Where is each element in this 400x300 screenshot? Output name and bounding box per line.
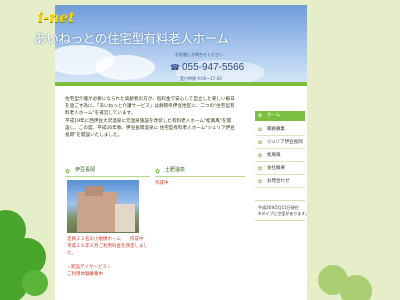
nav-item-matsukaze[interactable]: ✿ 松風風 — [255, 150, 305, 162]
facility-photo[interactable] — [67, 180, 139, 233]
nav-item-recruit[interactable]: ✿ 職員募集 — [255, 124, 305, 136]
facility-note-price: 平成２６年６月ご利用料金を改定しました。 — [67, 244, 148, 256]
nav-item-company[interactable]: ✿ 会社概要 — [255, 163, 305, 175]
intro-text: 住宅型介護が必要になられた高齢者の方が、低料金で安心して自立した楽しい毎日を過ご… — [65, 96, 235, 139]
section-title: 伊豆長岡 — [75, 167, 96, 173]
phone-number: 055-947-5566 — [181, 62, 245, 73]
update-vacancy: ※タイプに空室があります。 — [258, 211, 309, 216]
phone-icon: ☎ — [170, 63, 180, 72]
header-tagline: お気軽にお問合せください — [175, 52, 223, 57]
nav-label: お問合わせ — [267, 179, 290, 184]
toi-status: 作成中 — [155, 181, 169, 186]
section-divider — [65, 176, 150, 177]
section-header-toi-onsen[interactable]: ✿ 土肥温泉 — [155, 165, 185, 175]
facility-note-capacity: 定員２２名の小規模ホーム 作成中 — [67, 237, 144, 242]
clover-icon: ✿ — [258, 140, 263, 146]
clover-icon: ✿ — [258, 127, 263, 133]
nav-item-contact[interactable]: ✿ お問合わせ — [255, 176, 305, 188]
clover-icon: ✿ — [258, 113, 263, 119]
intro-paragraph-1: 住宅型介護が必要になられた高齢者の方が、低料金で安心して自立した楽しい毎日を過ご… — [65, 97, 235, 117]
section-title: 土肥温泉 — [165, 167, 186, 173]
clover-icon: ✿ — [258, 179, 263, 185]
nav-label: 職員募集 — [267, 127, 285, 132]
nav-label: 会社概要 — [267, 166, 285, 171]
sidebar-divider — [255, 220, 305, 221]
nav-item-home[interactable]: ✿ ホーム — [255, 111, 305, 121]
brand-logo[interactable]: i-net — [38, 10, 75, 26]
nav-label: 松風風 — [267, 153, 281, 158]
nav-item-julia[interactable]: ✿ ジュリア伊豆長岡 — [255, 137, 305, 149]
clover-icon: ✿ — [258, 166, 263, 172]
header-divider — [55, 82, 307, 86]
sidebar-divider — [255, 200, 305, 201]
clover-icon: ✿ — [258, 153, 263, 159]
section-divider — [155, 176, 245, 177]
vacancy-update: 平成26年5月11日現在 ※タイプに空室があります。 — [258, 205, 309, 217]
nav-label: ホーム — [267, 113, 281, 118]
site-title[interactable]: あいねっとの住宅型有料老人ホーム — [34, 28, 229, 47]
intro-paragraph-2: 平成19年に西伊豆大沢温泉に元温泉施設を改装した有料老人ホーム"松風風"を開設し… — [65, 118, 235, 139]
header-phone: ☎ 055-947-5566 — [170, 62, 244, 73]
facility-note-dayservice: ☆新設デイサービス☆ — [67, 265, 112, 270]
section-header-izu-nagaoka[interactable]: ✿ 伊豆長岡 — [65, 165, 95, 175]
facility-note-trial: ご利用体験募集中 — [67, 272, 103, 277]
nav-label: ジュリア伊豆長岡 — [267, 140, 303, 145]
